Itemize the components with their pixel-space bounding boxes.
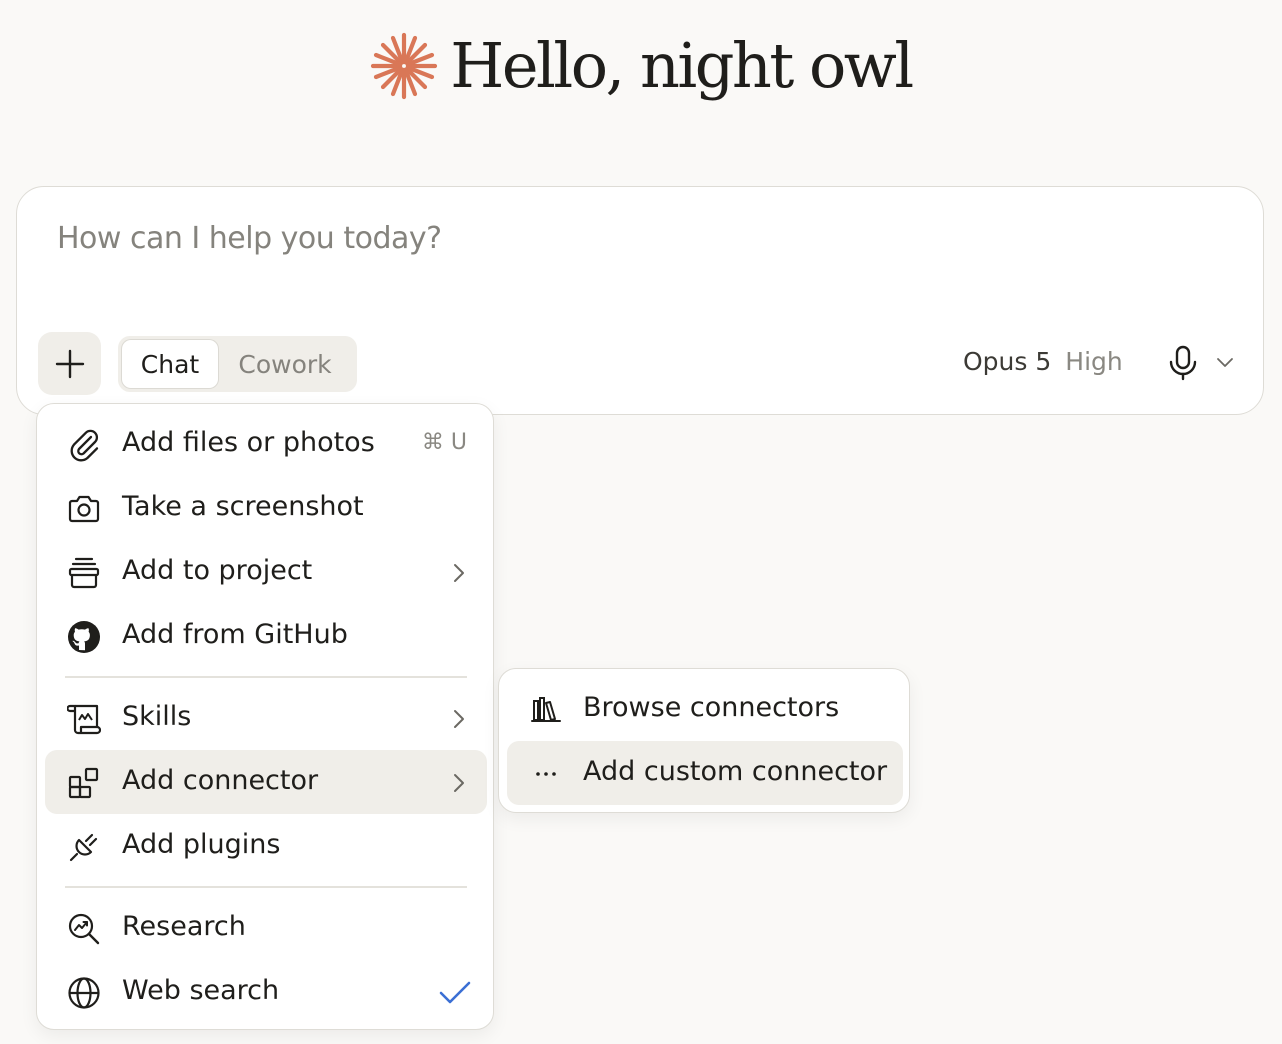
menu-item-label: Add plugins: [122, 829, 281, 860]
menu-item-web-search[interactable]: Web search: [45, 960, 487, 1024]
greeting-title: Hello, night owl: [450, 29, 914, 102]
connector-submenu: Browse connectors Add custom connector: [498, 668, 910, 813]
menu-item-add-to-project[interactable]: Add to project: [45, 540, 487, 604]
menu-item-label: Research: [122, 911, 246, 942]
connector-blocks-icon: [68, 767, 99, 799]
research-magnifier-icon: [68, 913, 100, 945]
menu-item-label: Add connector: [122, 765, 319, 796]
microphone-icon[interactable]: [1167, 345, 1199, 381]
checkmark-icon: [439, 981, 471, 1004]
tab-chat[interactable]: Chat: [122, 340, 218, 388]
menu-divider: [65, 676, 467, 678]
globe-icon: [68, 977, 100, 1009]
chevron-right-icon: [454, 710, 464, 728]
menu-item-label: Skills: [122, 701, 192, 732]
tab-cowork[interactable]: Cowork: [218, 340, 352, 388]
plug-icon: [69, 833, 98, 862]
prompt-input[interactable]: How can I help you today?: [57, 221, 442, 256]
chevron-down-icon[interactable]: [1216, 353, 1234, 371]
menu-divider: [65, 886, 467, 888]
add-content-button[interactable]: [38, 332, 101, 395]
camera-icon: [68, 495, 100, 523]
sparkle-star-icon: [371, 32, 438, 100]
project-box-icon: [68, 557, 100, 589]
greeting: Hello, night owl: [0, 32, 1282, 100]
chevron-right-icon: [454, 564, 464, 582]
paperclip-icon: [70, 429, 99, 462]
model-name: Opus 5: [963, 347, 1052, 376]
menu-item-label: Take a screenshot: [122, 491, 364, 522]
add-content-menu: Add files or photos ⌘ U Take a screensho…: [36, 403, 494, 1030]
ellipsis-icon: [536, 772, 556, 776]
menu-item-add-plugins[interactable]: Add plugins: [45, 814, 487, 878]
menu-item-skills[interactable]: Skills: [45, 686, 487, 750]
library-icon: [531, 697, 561, 722]
plus-icon: [55, 349, 84, 378]
chat-composer: How can I help you today? Chat Cowork Op…: [16, 186, 1264, 415]
chevron-right-icon: [454, 774, 464, 792]
github-icon: [68, 621, 100, 653]
menu-item-take-screenshot[interactable]: Take a screenshot: [45, 476, 487, 540]
menu-item-add-from-github[interactable]: Add from GitHub: [45, 604, 487, 668]
model-effort: High: [1065, 347, 1123, 376]
menu-item-label: Web search: [122, 975, 280, 1006]
mode-toggle: Chat Cowork: [118, 336, 357, 392]
menu-item-label: Add from GitHub: [122, 619, 348, 650]
menu-item-add-files[interactable]: Add files or photos ⌘ U: [45, 412, 487, 476]
submenu-item-label: Add custom connector: [583, 756, 888, 787]
menu-item-add-connector[interactable]: Add connector: [45, 750, 487, 814]
keyboard-shortcut: ⌘ U: [421, 430, 467, 455]
scroll-icon: [67, 704, 101, 735]
submenu-item-add-custom-connector[interactable]: Add custom connector: [507, 741, 903, 805]
menu-item-research[interactable]: Research: [45, 896, 487, 960]
menu-item-label: Add to project: [122, 555, 313, 586]
model-selector[interactable]: Opus 5 High: [963, 347, 1123, 376]
menu-item-label: Add files or photos: [122, 427, 375, 458]
submenu-item-label: Browse connectors: [583, 692, 840, 723]
submenu-item-browse-connectors[interactable]: Browse connectors: [507, 677, 903, 741]
